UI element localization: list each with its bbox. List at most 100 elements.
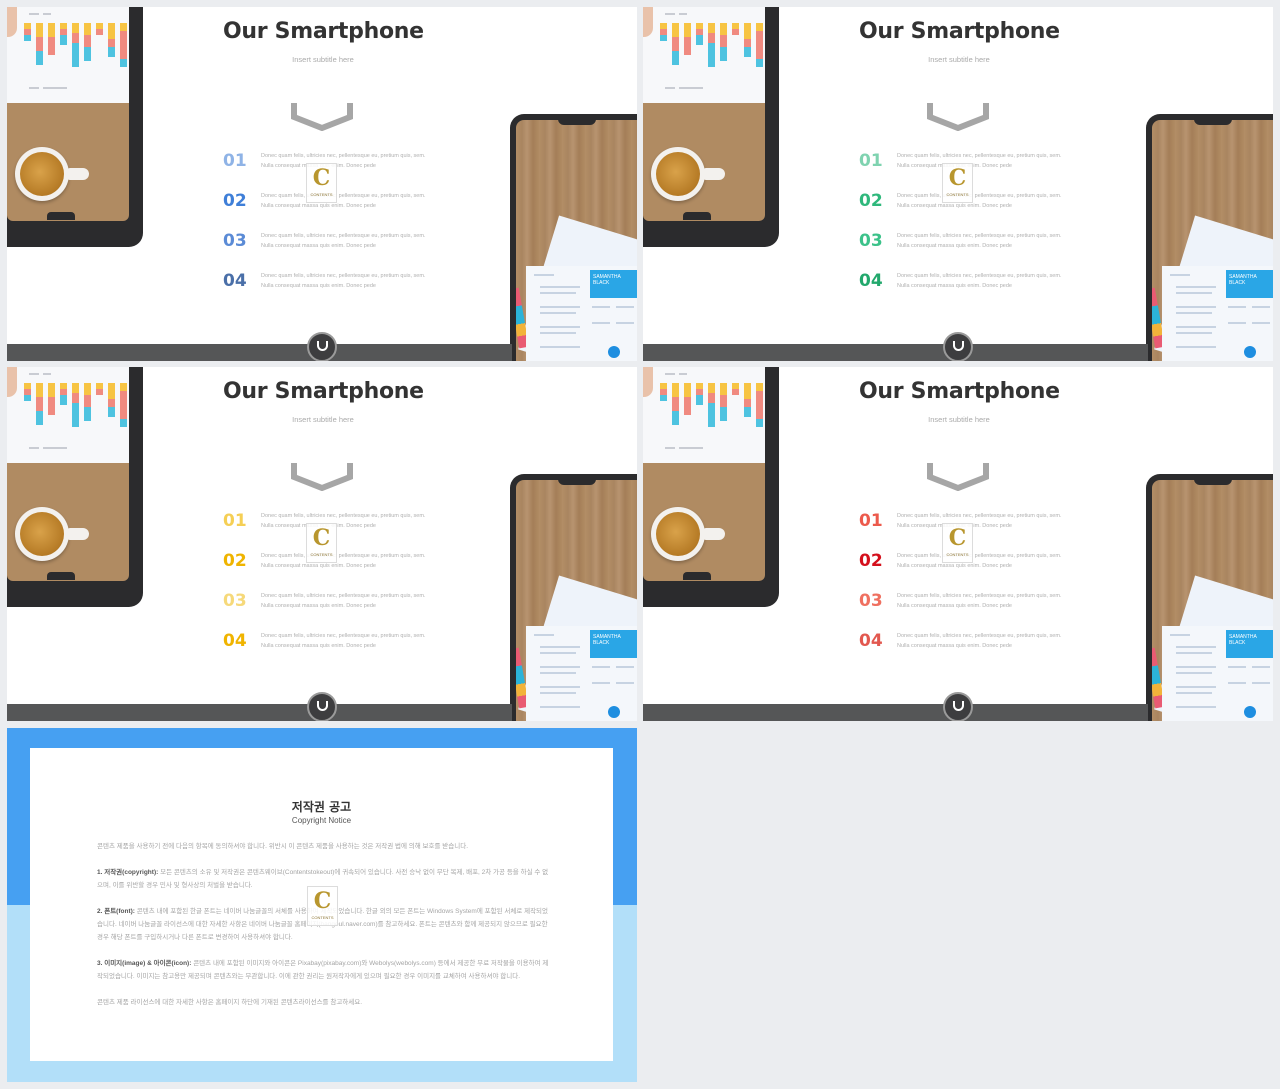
chart-bar-segment: [720, 383, 727, 395]
phone-notch: [1194, 474, 1232, 485]
slide-thumbnail-4[interactable]: Our Smartphone Insert subtitle here 01 Do…: [643, 367, 1273, 721]
item-description: Donec quam felis, ultricies nec, pellent…: [261, 273, 426, 289]
item-description: Donec quam felis, ultricies nec, pellent…: [897, 633, 1062, 649]
chevron-down-icon: [291, 463, 353, 491]
item-number: 03: [859, 591, 883, 611]
resume-name: BLACK: [1229, 640, 1246, 646]
chart-bar-segment: [36, 51, 43, 65]
finger-image: [7, 367, 17, 397]
chart-bar-segment: [672, 411, 679, 425]
chart-bar-segment: [72, 383, 79, 393]
phone-mockup-right: SAMANTHA BLACK: [510, 114, 637, 361]
resume-name-box: SAMANTHA BLACK: [590, 630, 637, 658]
chart-bar-segment: [672, 37, 679, 51]
item-description: Donec quam felis, ultricies nec, pellent…: [261, 153, 426, 169]
phone-notch: [47, 572, 75, 580]
phone-notch: [683, 212, 711, 220]
resume-line: [1170, 634, 1190, 636]
resume-line: [1176, 332, 1212, 334]
cup-handle: [703, 528, 725, 540]
item-description: Donec quam felis, ultricies nec, pellent…: [897, 593, 1062, 609]
chart-bar-segment: [72, 23, 79, 33]
chart-bar-segment: [708, 33, 715, 43]
bottom-bar: [7, 704, 512, 721]
chart-bar-segment: [24, 395, 31, 401]
chart-legend-line: [665, 13, 675, 15]
chart-bar-segment: [48, 397, 55, 415]
chart-bar-segment: [84, 47, 91, 61]
item-number: 01: [859, 511, 883, 531]
finger-image: [643, 7, 653, 37]
chart-bar-segment: [108, 47, 115, 57]
coffee-cup-image: [15, 147, 89, 201]
watermark-text: CONTENTS: [946, 552, 969, 557]
resume-line: [1228, 306, 1246, 308]
item-description: Donec quam felis, ultricies nec, pellent…: [897, 153, 1062, 169]
item-number: 02: [859, 191, 883, 211]
resume-name-box: SAMANTHA BLACK: [590, 270, 637, 298]
chart-bar-segment: [684, 23, 691, 37]
chart-bar-segment: [696, 35, 703, 45]
chart-bar-segment: [756, 419, 763, 427]
resume-line: [1176, 652, 1212, 654]
chart-bar-segment: [732, 29, 739, 35]
resume-line: [540, 646, 580, 648]
resume-line: [1176, 672, 1212, 674]
chart-bar-segment: [72, 33, 79, 43]
list-item: 04 Donec quam felis, ultricies nec, pelle…: [859, 267, 1079, 297]
chart-bar-segment: [756, 59, 763, 67]
item-description: Donec quam felis, ultricies nec, pellent…: [261, 593, 426, 609]
phone-screen-image: SAMANTHA BLACK: [1152, 480, 1273, 721]
download-icon: [1244, 346, 1256, 358]
slide-thumbnail-5[interactable]: 저작권 공고 Copyright Notice 콘텐츠 제품을 사용하기 전에 …: [7, 728, 637, 1082]
notice-section: 3. 이미지(image) & 아이콘(icon): 콘텐츠 내에 포함된 이미…: [97, 957, 552, 983]
resume-paper: SAMANTHA BLACK: [526, 626, 637, 721]
chevron-down-icon: [316, 341, 328, 351]
bottom-bar: [7, 344, 512, 361]
resume-line: [616, 682, 634, 684]
chart-bar-segment: [756, 31, 763, 59]
chevron-down-icon: [952, 341, 964, 351]
chart-bar-segment: [744, 39, 751, 47]
watermark-letter: C: [948, 165, 967, 191]
bar-chart-paper: [7, 7, 129, 103]
list-item: 04 Donec quam felis, ultricies nec, pelle…: [223, 627, 443, 657]
resume-line: [540, 332, 576, 334]
chart-bar-segment: [24, 35, 31, 41]
scroll-down-button[interactable]: [307, 332, 337, 361]
chart-bar-segment: [672, 383, 679, 397]
chart-bar-segment: [672, 51, 679, 65]
resume-line: [540, 292, 576, 294]
item-description: Donec quam felis, ultricies nec, pellent…: [897, 233, 1062, 249]
chart-legend-line: [29, 447, 39, 449]
chart-legend-line: [679, 87, 703, 89]
chart-bar-segment: [696, 395, 703, 405]
chart-bar-segment: [744, 407, 751, 417]
item-number: 04: [223, 271, 247, 291]
item-description: Donec quam felis, ultricies nec, pellent…: [261, 233, 426, 249]
chart-legend-line: [679, 373, 687, 375]
resume-line: [1176, 646, 1216, 648]
slide-thumbnail-1[interactable]: Our Smartphone Insert subtitle here 01 Do…: [7, 7, 637, 361]
slide-thumbnail-3[interactable]: Our Smartphone Insert subtitle here 01 Do…: [7, 367, 637, 721]
item-number: 01: [859, 151, 883, 171]
watermark-text: CONTENTS: [946, 192, 969, 197]
chart-bar-segment: [84, 23, 91, 35]
chart-bar-segment: [84, 383, 91, 395]
phone-notch: [558, 114, 596, 125]
bar-chart-paper: [643, 7, 765, 103]
chart-bar-segment: [60, 395, 67, 405]
scroll-down-button[interactable]: [943, 332, 973, 361]
bar-chart-paper: [7, 367, 129, 463]
resume-line: [1176, 706, 1216, 708]
scroll-down-button[interactable]: [943, 692, 973, 721]
item-description: Donec quam felis, ultricies nec, pellent…: [261, 633, 426, 649]
chart-legend-line: [665, 447, 675, 449]
resume-line: [616, 322, 634, 324]
chart-bar-segment: [120, 23, 127, 31]
scroll-down-button[interactable]: [307, 692, 337, 721]
coffee: [656, 512, 700, 556]
slide-thumbnail-2[interactable]: Our Smartphone Insert subtitle here 01 Do…: [643, 7, 1273, 361]
chart-bar-segment: [756, 23, 763, 31]
chart-bar-segment: [708, 393, 715, 403]
